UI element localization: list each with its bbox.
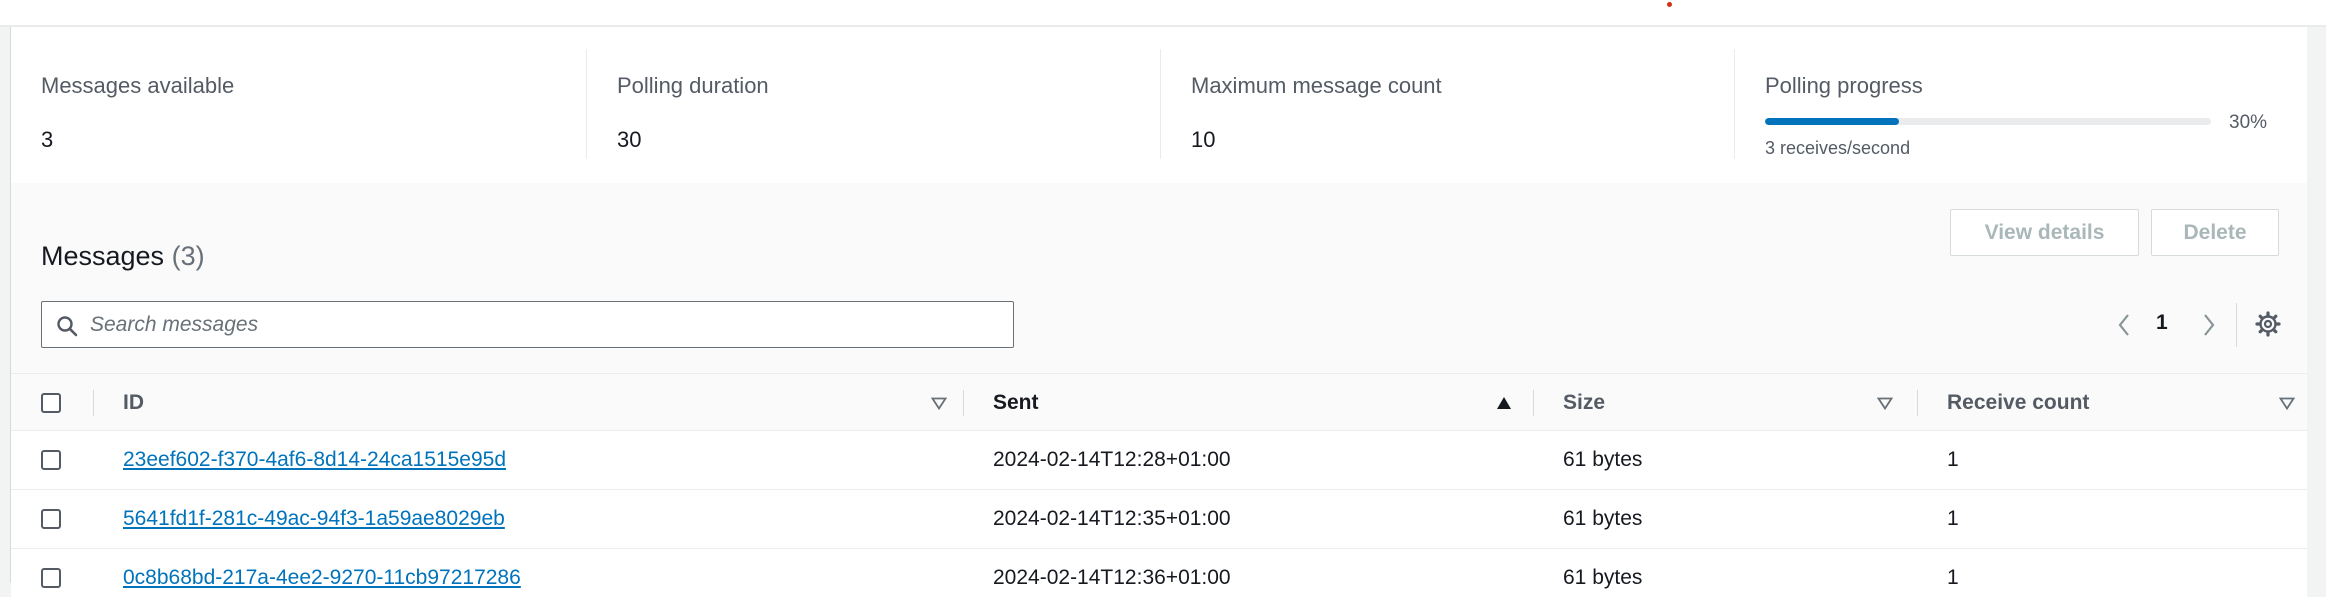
- stat-label: Polling duration: [617, 73, 769, 98]
- message-id-cell: 23eef602-f370-4af6-8d14-24ca1515e95d: [123, 431, 506, 489]
- select-all-checkbox[interactable]: [41, 393, 61, 413]
- polling-rate: 3 receives/second: [1765, 138, 1911, 158]
- receive-count-cell: 1: [1947, 507, 1959, 530]
- messages-title: Messages: [41, 241, 165, 271]
- polling-progress-percent: 30%: [2229, 112, 2268, 133]
- stat-maximum-message-count: Maximum message count 10: [1160, 49, 1734, 159]
- receive-count-cell: 1: [1947, 566, 1959, 589]
- sort-icon: [2279, 397, 2295, 410]
- stat-polling-duration: Polling duration 30: [586, 49, 1160, 159]
- polling-progress-bar: [1765, 118, 2211, 125]
- sent-cell: 2024-02-14T12:35+01:00: [993, 507, 1231, 530]
- column-header-size[interactable]: Size: [1563, 374, 1929, 432]
- table-row[interactable]: 5641fd1f-281c-49ac-94f3-1a59ae8029eb 202…: [11, 490, 2307, 549]
- toolbar-divider: [2236, 303, 2237, 347]
- stat-polling-progress: Polling progress 30% 3 receives/second: [1734, 49, 2307, 159]
- current-page-number[interactable]: 1: [2156, 311, 2168, 335]
- top-header-strip: [0, 0, 2326, 27]
- stat-label: Maximum message count: [1191, 73, 1442, 98]
- column-divider: [1917, 390, 1918, 416]
- sent-cell: 2024-02-14T12:36+01:00: [993, 566, 1231, 589]
- chevron-right-icon[interactable]: [2202, 313, 2216, 337]
- table-row[interactable]: 0c8b68bd-217a-4ee2-9270-11cb97217286 202…: [11, 549, 2307, 597]
- column-divider: [1533, 390, 1534, 416]
- delete-button[interactable]: Delete: [2151, 209, 2279, 256]
- column-header-id[interactable]: ID: [123, 374, 963, 432]
- gear-icon[interactable]: [2255, 311, 2281, 337]
- row-checkbox[interactable]: [41, 568, 61, 588]
- sort-icon: [931, 397, 947, 410]
- message-id-link[interactable]: 23eef602-f370-4af6-8d14-24ca1515e95d: [123, 448, 506, 472]
- polling-stats: Messages available 3 Polling duration 30…: [11, 27, 2307, 183]
- queue-poll-panel: Messages available 3 Polling duration 30…: [10, 27, 2307, 597]
- message-id-cell: 0c8b68bd-217a-4ee2-9270-11cb97217286: [123, 549, 521, 597]
- column-header-label: Sent: [993, 391, 1039, 414]
- view-details-button[interactable]: View details: [1950, 209, 2139, 256]
- stat-value: 3: [41, 127, 54, 152]
- messages-table: ID Sent Size Receive count 23eef602-f370…: [11, 373, 2307, 597]
- chevron-left-icon[interactable]: [2117, 313, 2131, 337]
- sort-ascending-icon: [1497, 397, 1511, 409]
- message-id-link[interactable]: 5641fd1f-281c-49ac-94f3-1a59ae8029eb: [123, 507, 505, 531]
- column-divider: [93, 390, 94, 416]
- table-row[interactable]: 23eef602-f370-4af6-8d14-24ca1515e95d 202…: [11, 431, 2307, 490]
- column-header-label: ID: [123, 391, 144, 414]
- receive-count-cell: 1: [1947, 448, 1959, 471]
- column-header-sent[interactable]: Sent: [993, 374, 1533, 432]
- size-cell: 61 bytes: [1563, 507, 1643, 530]
- column-header-label: Receive count: [1947, 391, 2090, 414]
- stat-label: Messages available: [41, 73, 235, 98]
- search-icon: [57, 316, 78, 337]
- message-id-link[interactable]: 0c8b68bd-217a-4ee2-9270-11cb97217286: [123, 566, 521, 590]
- table-header: ID Sent Size Receive count: [11, 373, 2307, 431]
- row-checkbox[interactable]: [41, 450, 61, 470]
- messages-table-container: Messages (3) View details Delete 1: [11, 183, 2307, 597]
- message-id-cell: 5641fd1f-281c-49ac-94f3-1a59ae8029eb: [123, 490, 505, 548]
- messages-count: (3): [171, 241, 205, 271]
- column-header-receive-count[interactable]: Receive count: [1947, 374, 2295, 432]
- sent-cell: 2024-02-14T12:28+01:00: [993, 448, 1231, 471]
- notification-dot: [1667, 2, 1672, 7]
- stat-messages-available: Messages available 3: [11, 49, 586, 159]
- stat-label: Polling progress: [1765, 73, 1923, 98]
- column-divider: [963, 390, 964, 416]
- search-input[interactable]: [90, 302, 990, 347]
- polling-progress-fill: [1765, 118, 1899, 125]
- search-messages-field[interactable]: [41, 301, 1014, 348]
- stat-value: 10: [1191, 127, 1216, 152]
- stat-value: 30: [617, 127, 642, 152]
- size-cell: 61 bytes: [1563, 566, 1643, 589]
- sort-icon: [1877, 397, 1893, 410]
- messages-heading: Messages (3): [41, 241, 205, 272]
- column-header-label: Size: [1563, 391, 1606, 414]
- size-cell: 61 bytes: [1563, 448, 1643, 471]
- row-checkbox[interactable]: [41, 509, 61, 529]
